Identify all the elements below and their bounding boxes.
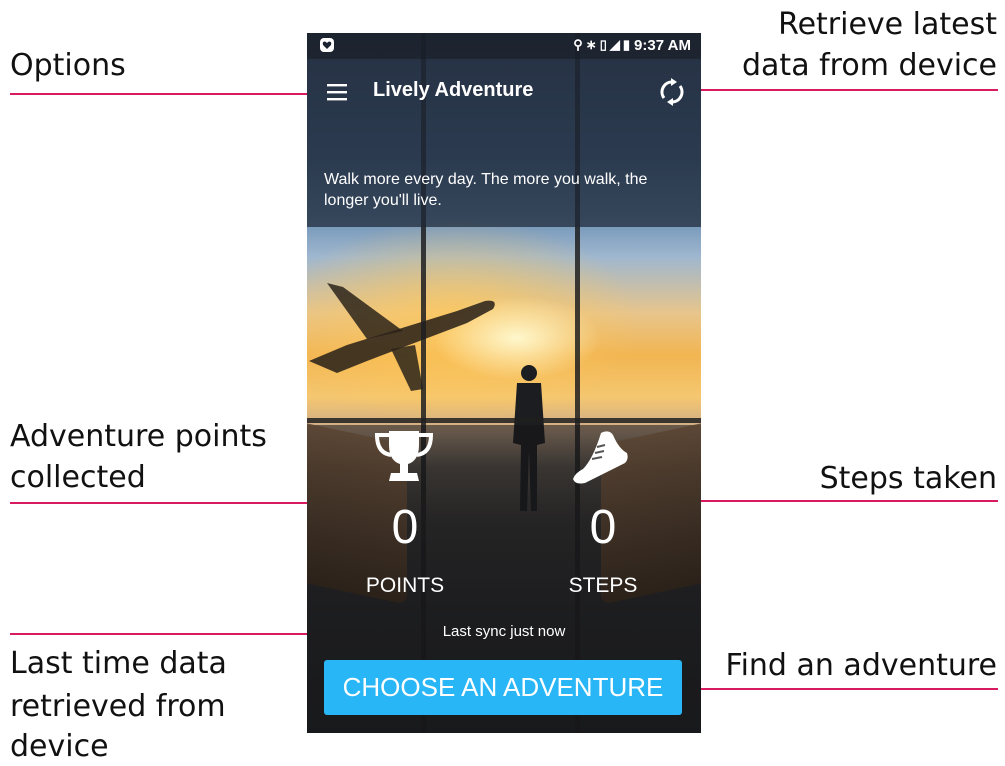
annotation-points-line1: Adventure points	[10, 419, 267, 454]
sync-icon[interactable]	[657, 77, 687, 107]
annotation-points-line2: collected	[10, 460, 146, 495]
steps-value: 0	[589, 501, 617, 554]
status-time: 9:37 AM	[634, 37, 691, 54]
points-label: POINTS	[365, 574, 445, 597]
annotation-last-time-line2: retrieved from	[10, 689, 226, 724]
airplane-image	[309, 283, 495, 391]
app-notification-icon	[320, 38, 334, 52]
annotation-last-time-line3: device	[10, 729, 109, 764]
choose-adventure-button[interactable]: CHOOSE AN ADVENTURE	[324, 660, 682, 715]
window-frame	[307, 418, 701, 423]
annotation-options: Options	[10, 48, 126, 83]
status-icons: ⚲∗▯◢▮	[573, 37, 633, 53]
annotation-last-time-line1: Last time data	[10, 646, 227, 681]
app-bar: Lively Adventure Walk more every day. Th…	[307, 59, 701, 227]
motivation-text: Walk more every day. The more you walk, …	[324, 171, 648, 209]
annotation-line-find	[678, 688, 998, 690]
location-icon: ⚲	[573, 37, 586, 52]
hamburger-menu-icon[interactable]	[325, 81, 351, 103]
annotation-line-options	[10, 93, 320, 95]
bluetooth-icon: ∗	[585, 37, 600, 52]
shoe-icon	[573, 431, 628, 484]
points-value: 0	[391, 501, 419, 554]
steps-label: STEPS	[568, 574, 638, 597]
app-title: Lively Adventure	[373, 79, 534, 101]
vibrate-icon: ▯	[599, 37, 610, 52]
annotation-retrieve-line2: data from device	[742, 48, 997, 83]
trophy-icon	[375, 431, 433, 481]
annotation-steps: Steps taken	[819, 461, 997, 496]
last-sync-text: Last sync just now	[442, 623, 566, 640]
annotation-retrieve-line1: Retrieve latest	[778, 7, 997, 42]
status-bar: ⚲∗▯◢▮ 9:37 AM	[307, 33, 701, 59]
signal-icon: ◢	[609, 37, 623, 52]
phone-screen: ⚲∗▯◢▮ 9:37 AM Lively Adventure Walk more…	[307, 33, 701, 733]
annotation-line-retrieve	[688, 89, 998, 91]
battery-icon: ▮	[622, 37, 633, 52]
annotation-find: Find an adventure	[725, 648, 998, 683]
